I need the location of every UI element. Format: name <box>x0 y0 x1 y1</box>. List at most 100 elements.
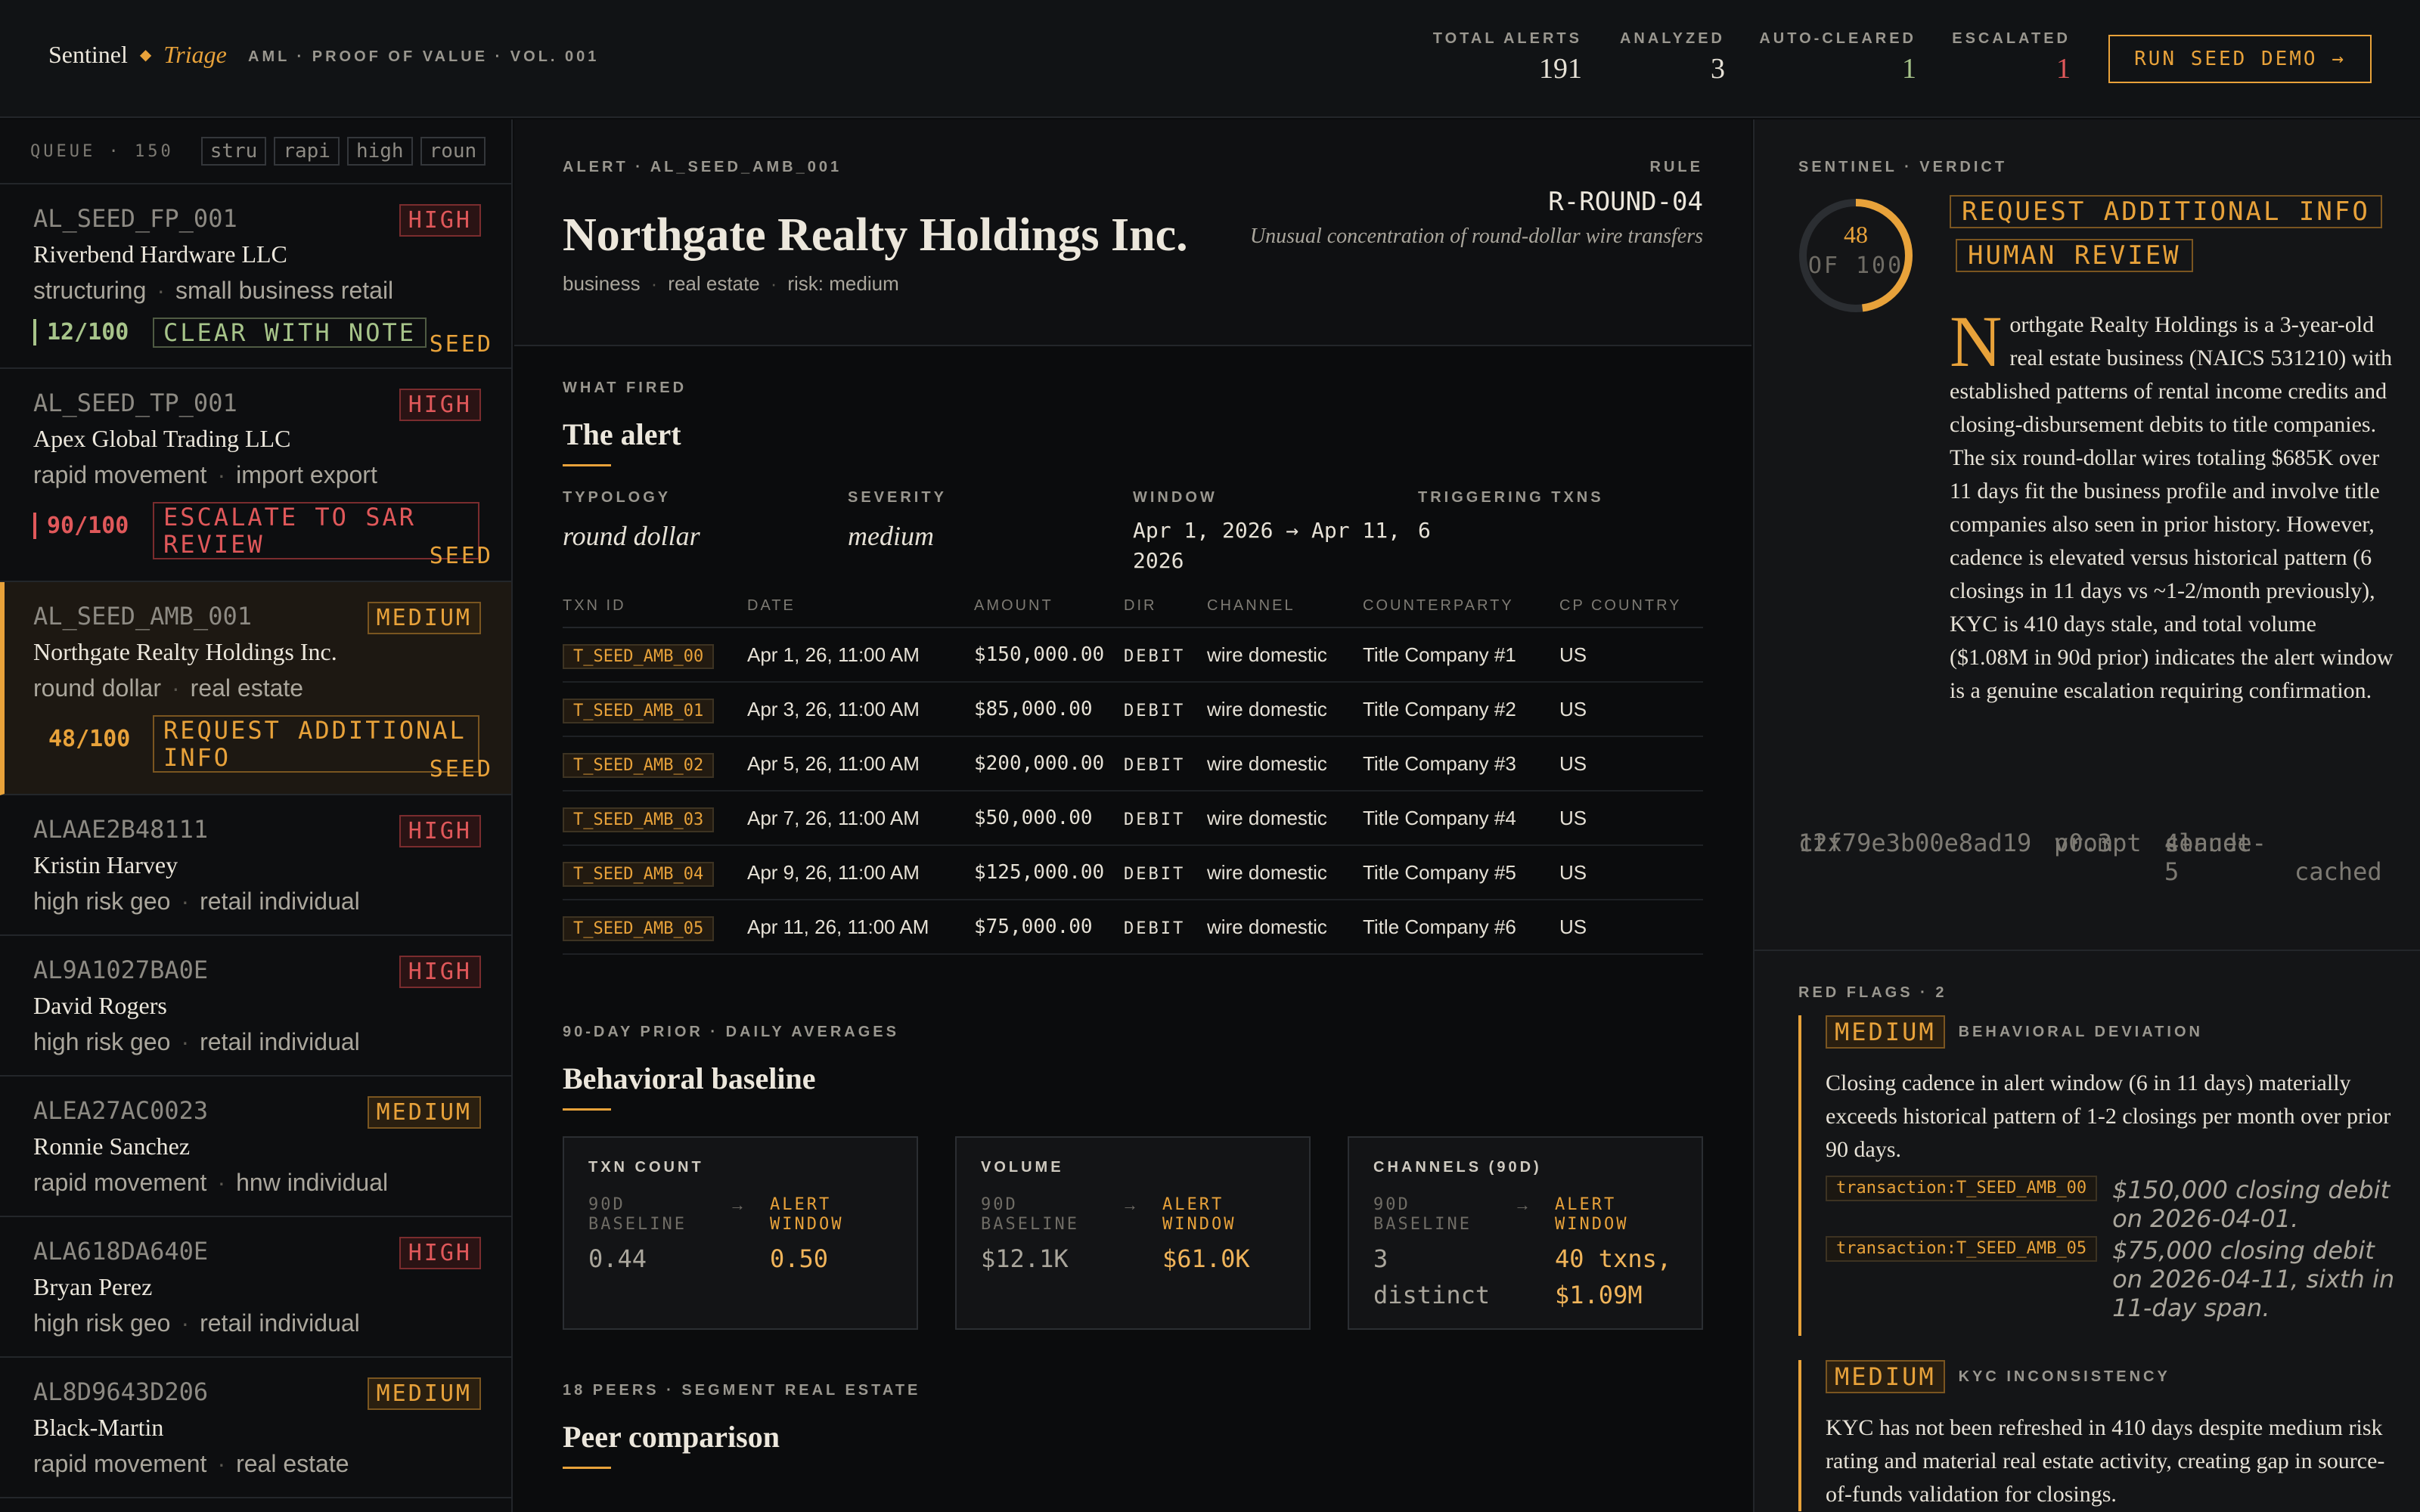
evidence-link[interactable]: transaction:T_SEED_AMB_00 <box>1826 1176 2098 1201</box>
tag: high risk geo <box>33 888 171 915</box>
txn-id[interactable]: T_SEED_AMB_03 <box>563 807 715 832</box>
filter-chip[interactable]: stru <box>200 137 267 166</box>
table-row[interactable]: T_SEED_AMB_01 Apr 3, 26, 11:00 AM $85,000.… <box>563 682 1703 737</box>
tag: small business retail <box>175 277 394 304</box>
section-divider <box>563 464 611 466</box>
txn-id[interactable]: T_SEED_AMB_02 <box>563 752 715 778</box>
severity-badge: MEDIUM <box>1826 1360 1945 1393</box>
verdict-panel: SENTINEL · VERDICT 48 OF 100 REQUEST ADD… <box>1753 119 2420 1512</box>
seed-label: SEED <box>429 331 493 358</box>
table-row[interactable]: T_SEED_AMB_03 Apr 7, 26, 11:00 AM $50,000.… <box>563 791 1703 846</box>
alert-id: ALA618DA640E <box>33 1237 209 1266</box>
queue-item[interactable]: ALAAE2B48111 HIGH Kristin Harvey high ri… <box>0 795 511 936</box>
rule-label: RULE <box>1649 159 1703 175</box>
stat-escalated: ESCALATED 1 <box>1952 30 2071 85</box>
txn-channel: wire domestic <box>1207 627 1363 683</box>
severity-badge: HIGH <box>399 389 481 421</box>
table-row[interactable]: T_SEED_AMB_05 Apr 11, 26, 11:00 AM $75,000… <box>563 900 1703 955</box>
tag: rapid movement <box>33 1450 207 1477</box>
alert-window-label: ALERT WINDOW <box>1162 1195 1236 1234</box>
alert-header: ALERT · AL_SEED_AMB_001 Northgate Realty… <box>514 119 1751 346</box>
alert-id: AL_SEED_AMB_001 <box>33 602 252 631</box>
baseline-label: 90D BASELINE <box>981 1195 1079 1234</box>
queue-item[interactable]: AL_SEED_TP_001 HIGH Apex Global Trading … <box>0 369 511 582</box>
txn-id[interactable]: T_SEED_AMB_05 <box>563 916 715 941</box>
tag: retail individual <box>200 888 360 915</box>
fact-window: WINDOW Apr 1, 2026 → Apr 11, 2026 <box>1133 489 1418 576</box>
tag: retail individual <box>200 1309 360 1337</box>
table-row[interactable]: T_SEED_AMB_04 Apr 9, 26, 11:00 AM $125,000… <box>563 845 1703 900</box>
column-header[interactable]: CP COUNTRY <box>1559 597 1703 628</box>
filter-chip[interactable]: rapi <box>274 137 340 166</box>
txn-channel: wire domestic <box>1207 736 1363 792</box>
card-label: TXN COUNT <box>588 1159 704 1176</box>
typology-tags: rapid movement · import export <box>33 461 377 488</box>
fact-value: 6 <box>1418 518 1431 543</box>
brand-logo[interactable]: Sentinel ◆ Triage <box>48 41 227 69</box>
baseline-value: 0.44 <box>588 1244 647 1273</box>
section-divider <box>563 1108 611 1111</box>
evidence-link[interactable]: transaction:T_SEED_AMB_05 <box>1826 1236 2098 1262</box>
severity-badge: MEDIUM <box>367 1377 481 1410</box>
risk-score: 90/100 <box>33 513 129 539</box>
stat-value: 191 <box>1539 53 1582 85</box>
column-header[interactable]: DATE <box>747 597 974 628</box>
stat-value: 1 <box>2056 53 2071 85</box>
verdict-badge: CLEAR WITH NOTE <box>153 318 427 348</box>
txn-id[interactable]: T_SEED_AMB_04 <box>563 861 715 887</box>
alert-window-label: ALERT WINDOW <box>770 1195 844 1234</box>
arrow-right-icon: → <box>1122 1195 1138 1214</box>
queue-item[interactable]: ALA618DA640E HIGH Bryan Perez high risk … <box>0 1217 511 1358</box>
column-header[interactable]: DIR <box>1124 597 1207 628</box>
queue-count: QUEUE · 150 <box>30 141 174 161</box>
filter-chip[interactable]: roun <box>420 137 486 166</box>
brand-primary: Sentinel <box>48 41 128 68</box>
table-row[interactable]: T_SEED_AMB_00 Apr 1, 26, 11:00 AM $150,000… <box>563 627 1703 683</box>
typology-tags: round dollar · real estate <box>33 674 304 702</box>
stat-value: 3 <box>1711 53 1725 85</box>
fact-value: medium <box>848 521 934 551</box>
baseline-value: 3 distinct <box>1373 1244 1491 1309</box>
queue-item[interactable]: AL8D9643D206 MEDIUM Black-Martin rapid m… <box>0 1358 511 1498</box>
tag: import export <box>236 461 377 488</box>
column-header[interactable]: COUNTERPARTY <box>1363 597 1559 628</box>
txn-direction: DEBIT <box>1124 810 1186 829</box>
stat-label: ESCALATED <box>1952 30 2071 47</box>
baseline-card-channels: CHANNELS (90D) 90D BASELINE → ALERT WINDOW… <box>1348 1136 1703 1330</box>
txn-date: Apr 3, 26, 11:00 AM <box>747 682 974 737</box>
txn-date: Apr 5, 26, 11:00 AM <box>747 736 974 792</box>
stat-analyzed: ANALYZED 3 <box>1620 30 1725 85</box>
queue-item-selected[interactable]: AL_SEED_AMB_001 MEDIUM Northgate Realty … <box>0 582 511 795</box>
queue-item[interactable]: ALEA27AC0023 MEDIUM Ronnie Sanchez rapid… <box>0 1077 511 1217</box>
txn-amount: $85,000.00 <box>974 682 1124 737</box>
txn-direction: DEBIT <box>1124 755 1186 775</box>
txn-country: US <box>1559 791 1703 846</box>
evidence-text: $75,000 closing debit on 2026-04-11, six… <box>2112 1236 2395 1322</box>
seed-label: SEED <box>429 543 493 569</box>
baseline-label: 90D BASELINE <box>1373 1195 1472 1234</box>
verdict-narrative: Northgate Realty Holdings is a 3-year-ol… <box>1950 305 2396 708</box>
txn-id[interactable]: T_SEED_AMB_01 <box>563 698 715 723</box>
queue-item[interactable]: AL_SEED_FP_001 HIGH Riverbend Hardware L… <box>0 184 511 369</box>
queue-item[interactable]: AL9A1027BA0E HIGH David Rogers high risk… <box>0 936 511 1077</box>
fact-value: round dollar <box>563 521 700 551</box>
filter-chip[interactable]: high <box>346 137 413 166</box>
typology-tags: structuring · small business retail <box>33 277 394 304</box>
txn-counterparty: Title Company #3 <box>1363 736 1559 792</box>
brand-secondary: Triage <box>163 41 227 68</box>
column-header[interactable]: CHANNEL <box>1207 597 1363 628</box>
baseline-card-txn-count: TXN COUNT 90D BASELINE → ALERT WINDOW 0.44… <box>563 1136 918 1330</box>
txn-counterparty: Title Company #4 <box>1363 791 1559 846</box>
baseline-value: $12.1K <box>981 1244 1069 1273</box>
stat-auto-cleared: AUTO-CLEARED 1 <box>1759 30 1916 85</box>
tag: real estate <box>190 674 304 702</box>
table-row[interactable]: T_SEED_AMB_02 Apr 5, 26, 11:00 AM $200,000… <box>563 736 1703 792</box>
arrow-right-icon: → <box>1514 1195 1531 1214</box>
fact-label: SEVERITY <box>848 489 947 506</box>
run-seed-demo-button[interactable]: RUN SEED DEMO → <box>2108 35 2372 83</box>
column-header[interactable]: AMOUNT <box>974 597 1124 628</box>
review-tag: HUMAN REVIEW <box>1956 239 2193 272</box>
txn-id[interactable]: T_SEED_AMB_00 <box>563 643 715 669</box>
column-header[interactable]: TXN ID <box>563 597 747 628</box>
txn-country: US <box>1559 736 1703 792</box>
